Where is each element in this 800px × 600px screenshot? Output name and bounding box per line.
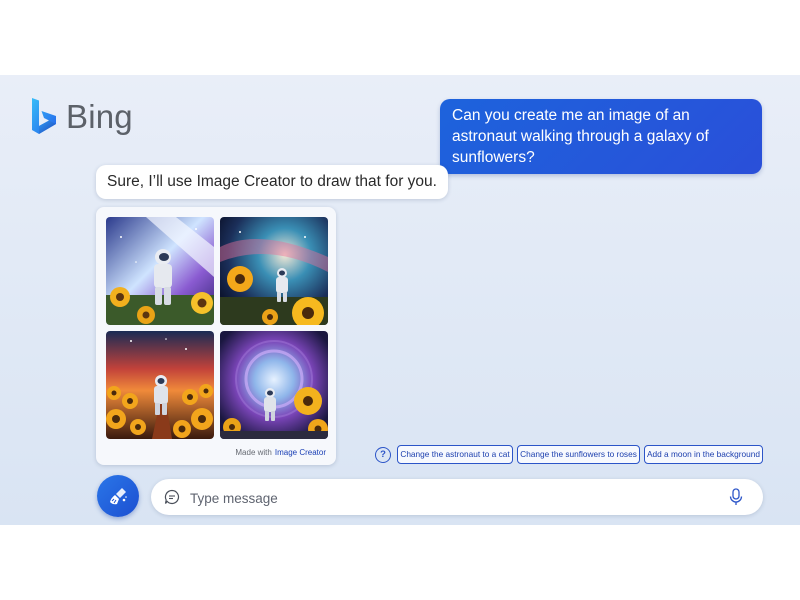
suggestion-chip-roses[interactable]: Change the sunflowers to roses [517, 445, 640, 464]
generated-image-4[interactable] [220, 331, 328, 439]
bing-logo-icon [32, 98, 56, 134]
astronaut-image-4 [220, 331, 328, 439]
question-icon[interactable]: ? [375, 447, 391, 463]
generated-image-3[interactable] [106, 331, 214, 439]
bot-message-bubble: Sure, I’ll use Image Creator to draw tha… [96, 165, 448, 199]
broom-icon [110, 488, 127, 505]
new-topic-button[interactable] [97, 475, 139, 517]
suggestion-chip-cat[interactable]: Change the astronaut to a cat [397, 445, 513, 464]
user-message-bubble: Can you create me an image of an astrona… [440, 99, 762, 174]
brand-name: Bing [66, 98, 133, 135]
image-grid [106, 217, 328, 439]
credit-prefix: Made with [235, 448, 272, 457]
message-composer [151, 479, 763, 515]
message-input[interactable] [188, 487, 712, 509]
astronaut-image-1 [106, 217, 214, 325]
chat-bubble-icon [164, 489, 180, 505]
microphone-icon[interactable] [729, 488, 743, 506]
astronaut-image-3 [106, 331, 214, 439]
image-credit: Made with Image Creator [235, 448, 326, 457]
bing-logo[interactable]: Bing [30, 97, 133, 137]
image-creator-card: Made with Image Creator [96, 207, 336, 465]
generated-image-1[interactable] [106, 217, 214, 325]
suggestion-chip-moon[interactable]: Add a moon in the background [644, 445, 763, 464]
astronaut-image-2 [220, 217, 328, 325]
image-creator-link[interactable]: Image Creator [275, 448, 326, 457]
generated-image-2[interactable] [220, 217, 328, 325]
chat-window: Bing Can you create me an image of an as… [0, 75, 800, 525]
